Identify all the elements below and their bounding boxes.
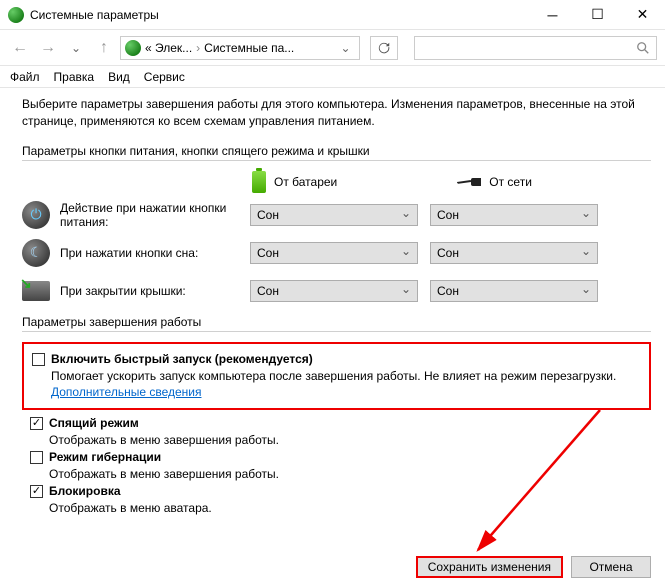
power-button-icon — [22, 201, 50, 229]
row-label: При нажатии кнопки сна: — [60, 246, 250, 260]
menu-file[interactable]: Файл — [10, 70, 40, 84]
minimize-button[interactable]: ─ — [530, 0, 575, 30]
footer-buttons: Сохранить изменения Отмена — [416, 556, 651, 578]
cancel-button[interactable]: Отмена — [571, 556, 651, 578]
checkbox-sleep[interactable] — [30, 417, 43, 430]
dropdown-sleep-ac[interactable]: Сон — [430, 242, 598, 264]
plug-icon — [455, 176, 481, 188]
option-description: Отображать в меню завершения работы. — [49, 432, 651, 448]
column-battery-label: От батареи — [274, 175, 337, 189]
checkbox-hibernate[interactable] — [30, 451, 43, 464]
option-lock: Блокировка Отображать в меню аватара. — [30, 484, 651, 516]
option-title: Включить быстрый запуск (рекомендуется) — [51, 352, 641, 366]
nav-bar: ← → ⌄ ↑ « Элек... › Системные па... ⌄ — [0, 30, 665, 66]
lid-icon — [22, 281, 50, 301]
dropdown-sleep-battery[interactable]: Сон — [250, 242, 418, 264]
refresh-icon — [377, 41, 391, 55]
forward-button[interactable]: → — [36, 36, 60, 60]
save-button[interactable]: Сохранить изменения — [416, 556, 563, 578]
row-label: При закрытии крышки: — [60, 284, 250, 298]
search-box[interactable] — [414, 36, 658, 60]
maximize-button[interactable]: ☐ — [575, 0, 620, 30]
setting-row-lid-close: При закрытии крышки: Сон Сон — [22, 277, 651, 305]
breadcrumb-separator-icon: › — [196, 41, 200, 55]
setting-row-sleep-button: При нажатии кнопки сна: Сон Сон — [22, 239, 651, 267]
option-fast-startup: Включить быстрый запуск (рекомендуется) … — [32, 352, 641, 400]
option-title: Спящий режим — [49, 416, 651, 430]
breadcrumb-part: « Элек... — [145, 41, 192, 55]
option-sleep: Спящий режим Отображать в меню завершени… — [30, 416, 651, 448]
search-icon — [636, 41, 650, 55]
address-bar[interactable]: « Элек... › Системные па... ⌄ — [120, 36, 360, 60]
annotation-highlight-box: Включить быстрый запуск (рекомендуется) … — [22, 342, 651, 410]
breadcrumb-part: Системные па... — [204, 41, 294, 55]
address-dropdown-icon[interactable]: ⌄ — [336, 41, 354, 55]
menu-edit[interactable]: Правка — [54, 70, 95, 84]
more-info-link[interactable]: Дополнительные сведения — [51, 385, 201, 399]
group-header-shutdown: Параметры завершения работы — [22, 315, 651, 332]
up-button[interactable]: ↑ — [92, 36, 116, 60]
lid-icon-wrap — [22, 277, 50, 305]
sleep-button-icon — [22, 239, 50, 267]
option-description: Помогает ускорить запуск компьютера посл… — [51, 368, 641, 400]
option-description: Отображать в меню аватара. — [49, 500, 651, 516]
menu-bar: Файл Правка Вид Сервис — [0, 66, 665, 88]
dropdown-power-ac[interactable]: Сон — [430, 204, 598, 226]
option-description: Отображать в меню завершения работы. — [49, 466, 651, 482]
location-icon — [125, 40, 141, 56]
checkbox-fast-startup[interactable] — [32, 353, 45, 366]
intro-text: Выберите параметры завершения работы для… — [22, 96, 651, 130]
refresh-button[interactable] — [370, 36, 398, 60]
recent-dropdown[interactable]: ⌄ — [64, 36, 88, 60]
dropdown-power-battery[interactable]: Сон — [250, 204, 418, 226]
checkbox-lock[interactable] — [30, 485, 43, 498]
column-ac: От сети — [455, 175, 532, 189]
option-title: Режим гибернации — [49, 450, 651, 464]
group-header-buttons: Параметры кнопки питания, кнопки спящего… — [22, 144, 651, 161]
column-ac-label: От сети — [489, 175, 532, 189]
dropdown-lid-battery[interactable]: Сон — [250, 280, 418, 302]
content-area: Выберите параметры завершения работы для… — [0, 88, 665, 517]
window-title: Системные параметры — [30, 8, 530, 22]
app-icon — [8, 7, 24, 23]
option-title: Блокировка — [49, 484, 651, 498]
close-button[interactable]: ✕ — [620, 0, 665, 30]
row-label: Действие при нажатии кнопки питания: — [60, 201, 250, 229]
column-battery: От батареи — [252, 171, 337, 193]
option-hibernate: Режим гибернации Отображать в меню завер… — [30, 450, 651, 482]
setting-row-power-button: Действие при нажатии кнопки питания: Сон… — [22, 201, 651, 229]
title-bar: Системные параметры ─ ☐ ✕ — [0, 0, 665, 30]
menu-service[interactable]: Сервис — [144, 70, 185, 84]
back-button[interactable]: ← — [8, 36, 32, 60]
menu-view[interactable]: Вид — [108, 70, 130, 84]
dropdown-lid-ac[interactable]: Сон — [430, 280, 598, 302]
column-labels: От батареи От сети — [252, 171, 651, 193]
battery-icon — [252, 171, 266, 193]
